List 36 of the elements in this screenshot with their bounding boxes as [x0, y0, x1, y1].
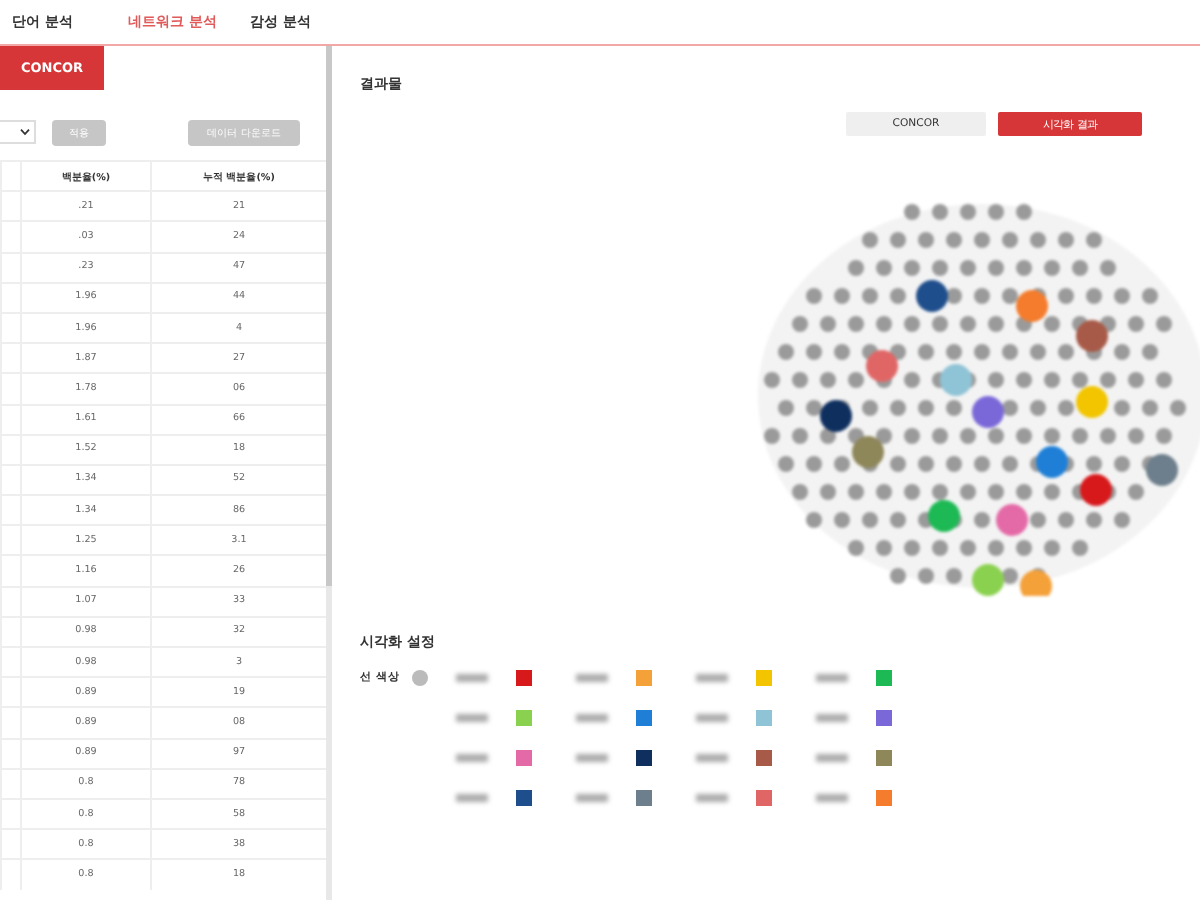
blurred-label	[695, 674, 728, 682]
color-swatch[interactable]	[515, 710, 532, 726]
color-swatch[interactable]	[635, 790, 652, 806]
color-swatch[interactable]	[755, 750, 772, 766]
color-swatch[interactable]	[635, 710, 652, 726]
color-swatch[interactable]	[515, 750, 532, 766]
blurred-label	[815, 714, 848, 722]
dropdown-field[interactable]	[0, 120, 36, 144]
blurred-label	[575, 754, 608, 762]
line-color-swatch[interactable]	[411, 670, 428, 686]
blurred-label	[455, 674, 488, 682]
blurred-label	[815, 674, 848, 682]
color-swatch[interactable]	[755, 710, 772, 726]
blurred-label	[575, 794, 608, 802]
blurred-label	[695, 794, 728, 802]
color-swatch[interactable]	[875, 710, 892, 726]
color-swatch[interactable]	[755, 790, 772, 806]
blurred-label	[455, 794, 488, 802]
color-swatch[interactable]	[875, 750, 892, 766]
scrollbar[interactable]	[326, 46, 332, 586]
blurred-label	[695, 754, 728, 762]
blurred-label	[815, 794, 848, 802]
color-swatch[interactable]	[875, 670, 892, 686]
color-swatch[interactable]	[515, 670, 532, 686]
blurred-label	[455, 714, 488, 722]
color-swatch[interactable]	[515, 790, 532, 806]
blurred-label	[455, 754, 488, 762]
blurred-label	[695, 714, 728, 722]
color-swatch[interactable]	[635, 750, 652, 766]
color-swatch[interactable]	[875, 790, 892, 806]
color-swatch[interactable]	[755, 670, 772, 686]
caret-icon	[20, 128, 30, 136]
blurred-label	[815, 754, 848, 762]
color-swatch[interactable]	[635, 670, 652, 686]
blurred-label	[575, 714, 608, 722]
blurred-label	[575, 674, 608, 682]
